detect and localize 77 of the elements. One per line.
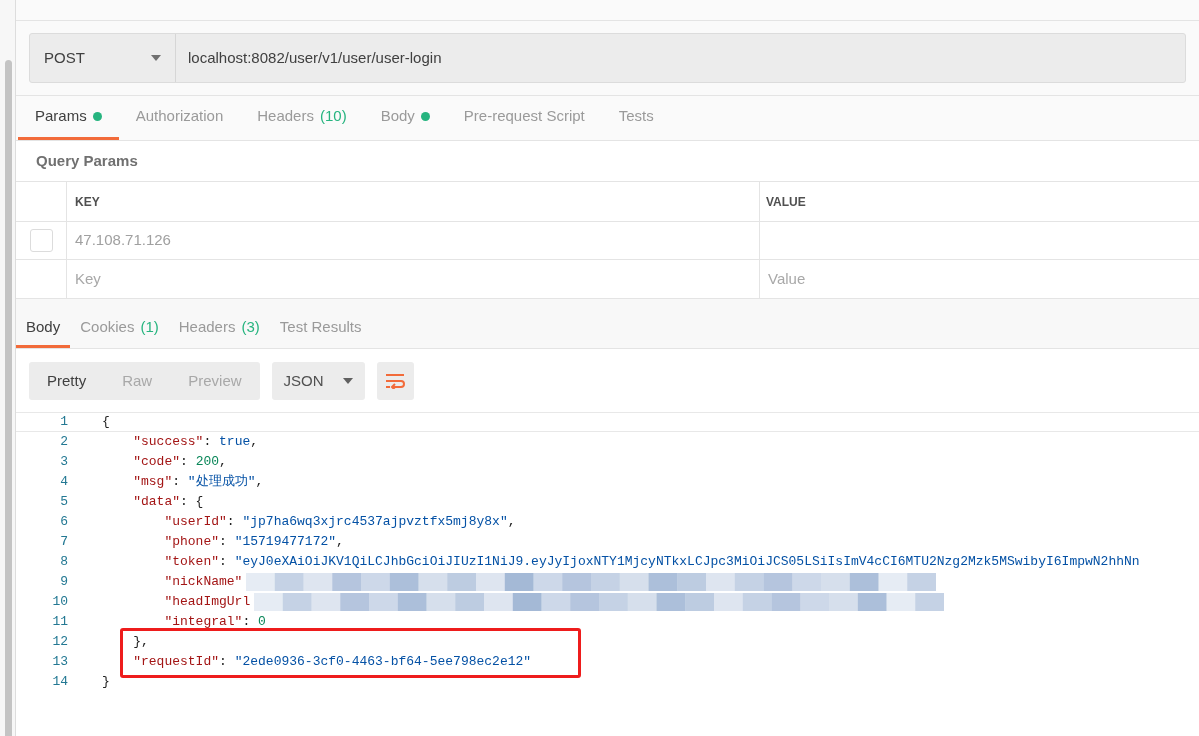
caret-icon <box>342 378 353 384</box>
code-token: , <box>219 453 227 472</box>
method-dropdown[interactable]: POST <box>30 34 176 82</box>
code-token: 0 <box>258 613 266 632</box>
code-token: 200 <box>195 453 220 472</box>
code-token: "jp7ha6wq3xjrc4537ajpvztfx5mj8y8x" <box>242 513 508 532</box>
wrap-lines-button[interactable] <box>376 362 414 400</box>
code-token: "code" <box>132 453 180 472</box>
line-number: 2 <box>59 433 68 452</box>
response-tab[interactable]: Headers (3) <box>168 310 270 348</box>
code-token: "phone" <box>163 533 220 552</box>
code-token: "integral" <box>163 613 243 632</box>
response-tab[interactable]: Body <box>16 310 71 348</box>
code-token: : <box>180 453 189 472</box>
code-token: "msg" <box>132 473 173 492</box>
checkbox[interactable] <box>29 229 53 252</box>
code-token: } <box>102 673 110 692</box>
line-number: 8 <box>59 553 68 572</box>
line-number: 5 <box>59 493 68 512</box>
response-tab[interactable]: Cookies (1) <box>70 310 169 348</box>
code-token: , <box>250 433 259 452</box>
request-tab[interactable]: Body <box>363 96 447 140</box>
code-token: : <box>172 473 182 492</box>
line-number: 1 <box>59 413 68 432</box>
code-token: : <box>219 653 228 672</box>
code-token: "2ede0936-3cf0-4463-bf64-5ee798ec2e12" <box>234 653 532 672</box>
code-token: : <box>242 613 252 632</box>
url-field[interactable]: localhost:8082/user/v1/user/user-login <box>176 34 1185 82</box>
code-token: "userId" <box>163 513 227 532</box>
key-field[interactable]: Key <box>67 260 760 298</box>
wrap-icon <box>385 373 406 389</box>
caret-icon <box>151 55 161 61</box>
code-token: : <box>203 433 213 452</box>
code-token: "处理成功" <box>187 473 256 492</box>
line-number: 11 <box>51 613 68 632</box>
format-dropdown[interactable]: JSON <box>271 362 365 400</box>
code-token: "15719477172" <box>234 533 337 552</box>
request-tab[interactable]: Authorization <box>118 96 241 140</box>
line-number: 9 <box>59 573 68 592</box>
line-number: 4 <box>59 473 68 492</box>
url-bar[interactable]: POST localhost:8082/user/v1/user/user-login <box>29 33 1186 83</box>
value-field[interactable]: Value <box>760 260 1199 298</box>
code-token: { <box>102 413 110 432</box>
line-number: 7 <box>59 533 68 552</box>
scrollbar[interactable] <box>5 60 12 736</box>
column-header: VALUE <box>765 193 807 211</box>
request-tab[interactable]: Headers (10) <box>240 96 364 140</box>
code-token: : <box>219 553 228 572</box>
code-token: "success" <box>132 433 204 452</box>
code-token: "data" <box>132 493 180 512</box>
code-token: , <box>255 473 264 492</box>
code-token: true <box>219 433 251 452</box>
line-number: 3 <box>59 453 68 472</box>
column-header: KEY <box>67 182 760 221</box>
code-token: }, <box>132 633 149 652</box>
code-token: "token" <box>163 553 220 572</box>
view-mode-tab[interactable]: Pretty <box>29 362 105 400</box>
code-token: "eyJ0eXAiOiJKV1QiLCJhbGciOiJIUzI1NiJ9.eyJyIjoxNTY1MjcyNTkxLCJpc3MiOiJCS05LSiIsImV4cCI6MTU2Nzg2Mzk5MSwibyI6ImpwN2hhNn <box>234 553 1140 572</box>
code-token: : { <box>180 493 204 512</box>
request-tab[interactable]: Tests <box>601 96 671 140</box>
code-token: "headImgUrl <box>163 593 251 612</box>
line-number: 13 <box>51 653 68 672</box>
request-tab[interactable]: Pre-request Script <box>446 96 602 140</box>
response-tab[interactable]: Test Results <box>269 310 372 348</box>
code-token: "requestId" <box>132 653 220 672</box>
code-token: : <box>226 513 236 532</box>
view-mode-tab[interactable]: Raw <box>104 362 171 400</box>
code-token: : <box>219 533 228 552</box>
code-token: , <box>336 533 344 552</box>
line-number: 14 <box>51 673 68 692</box>
line-number: 6 <box>59 513 68 532</box>
key-cell[interactable]: 47.108.71.126 <box>67 222 760 259</box>
view-mode-tab[interactable]: Preview <box>170 362 260 400</box>
code-token: "nickName" <box>163 573 243 592</box>
line-number: 10 <box>51 593 68 612</box>
code-token: , <box>507 513 516 532</box>
line-number: 12 <box>51 633 68 652</box>
